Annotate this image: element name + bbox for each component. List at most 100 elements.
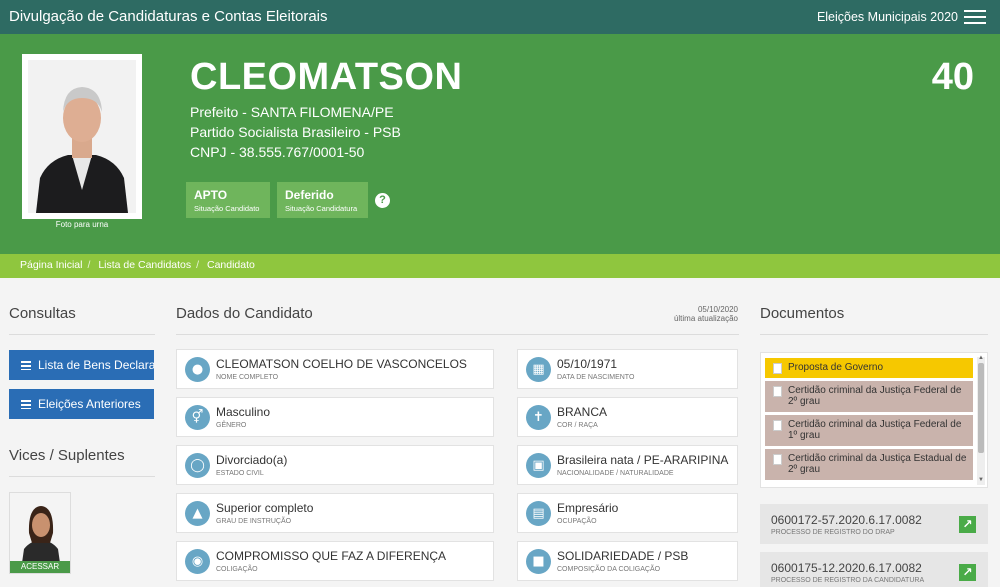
candidate-cnpj: CNPJ - 38.555.767/0001-50 (190, 144, 365, 160)
info-label: Data de nascimento (557, 374, 635, 381)
document-label: Proposta de Governo (788, 362, 884, 373)
gender-icon: ⚥ (185, 405, 210, 430)
info-value: BRANCA (557, 405, 608, 419)
info-label: Composição da coligação (557, 566, 661, 573)
help-icon[interactable]: ? (375, 193, 390, 208)
external-link-icon[interactable]: ↗ (959, 564, 976, 581)
vice-candidate-card[interactable]: ACESSAR (9, 492, 71, 574)
group-icon: ◉ (185, 549, 210, 574)
candidate-photo (28, 60, 136, 213)
info-label: Ocupação (557, 518, 597, 525)
info-label: Grau de instrução (216, 518, 292, 525)
previous-elections-button[interactable]: Eleições Anteriores (9, 389, 154, 419)
breadcrumb-candidate-list[interactable]: Lista de Candidatos (98, 259, 191, 271)
info-label: Estado civil (216, 470, 264, 477)
info-card-full-name: ● CLEOMATSON COELHO DE VASCONCELOS Nome … (176, 349, 494, 389)
info-value: Brasileira nata / PE-ARARIPINA (557, 453, 729, 467)
info-card-nationality: ▣ Brasileira nata / PE-ARARIPINA Naciona… (517, 445, 738, 485)
list-icon (21, 361, 31, 370)
vices-title: Vices / Suplentes (9, 447, 125, 464)
declared-assets-button[interactable]: Lista de Bens Declarados (9, 350, 154, 380)
badge-value: APTO (194, 188, 228, 202)
process-label: Processo de registro do DRAP (771, 529, 895, 536)
last-update: 05/10/2020 última atualização (660, 305, 738, 323)
info-card-coalition-composition: ■ SOLIDARIEDADE / PSB Composição da coli… (517, 541, 738, 581)
document-item[interactable]: Certidão criminal da Justiça Federal de … (765, 381, 973, 412)
document-label: Certidão criminal da Justiça Federal de … (788, 419, 962, 441)
info-label: Coligação (216, 566, 258, 573)
divider (9, 334, 155, 335)
info-card-race: ✝ BRANCA Cor / Raça (517, 397, 738, 437)
badge-label: Situação Candidatura (285, 204, 358, 213)
info-card-marital-status: ◯ Divorciado(a) Estado civil (176, 445, 494, 485)
process-number: 0600175-12.2020.6.17.0082 (771, 561, 922, 575)
breadcrumb: Página Inicial / Lista de Candidatos / Can… (0, 254, 1000, 278)
person-icon: ● (185, 357, 210, 382)
divider (176, 334, 739, 335)
badge-label: Situação Candidato (194, 204, 260, 213)
document-label: Certidão criminal da Justiça Estadual de… (788, 453, 967, 475)
divider (760, 334, 988, 335)
scroll-down-icon[interactable]: ▼ (978, 477, 984, 483)
info-label: Gênero (216, 422, 247, 429)
info-value: Divorciado(a) (216, 453, 288, 467)
info-label: Nome completo (216, 374, 279, 381)
info-card-gender: ⚥ Masculino Gênero (176, 397, 494, 437)
process-label: Processo de registro da candidatura (771, 577, 925, 584)
folder-icon: ■ (526, 549, 551, 574)
building-icon: ▤ (526, 501, 551, 526)
breadcrumb-current: Candidato (206, 259, 255, 271)
document-item[interactable]: Certidão criminal da Justiça Federal de … (765, 415, 973, 446)
file-icon (773, 363, 782, 374)
vice-access-button[interactable]: ACESSAR (10, 561, 70, 573)
scrollbar-thumb[interactable] (978, 363, 984, 453)
status-badge-candidate: APTO Situação Candidato (186, 182, 270, 218)
info-value: Superior completo (216, 501, 314, 515)
info-card-education: ▲ Superior completo Grau de instrução (176, 493, 494, 533)
scroll-up-icon[interactable]: ▲ (978, 355, 984, 361)
info-value: Masculino (216, 405, 271, 419)
badge-value: Deferido (285, 188, 334, 202)
candidate-office: Prefeito - SANTA FILOMENA/PE (190, 104, 394, 120)
external-link-icon[interactable]: ↗ (959, 516, 976, 533)
documents-list[interactable]: Proposta de Governo Certidão criminal da… (760, 352, 988, 488)
map-icon: ▣ (526, 453, 551, 478)
document-item[interactable]: Certidão criminal da Justiça Estadual de… (765, 449, 973, 480)
candidate-photo-frame (22, 54, 142, 219)
info-value: 05/10/1971 (557, 357, 618, 371)
calendar-icon: ▦ (526, 357, 551, 382)
top-bar: Divulgação de Candidaturas e Contas Elei… (0, 0, 1000, 34)
graduation-cap-icon: ▲ (185, 501, 210, 526)
last-update-label: última atualização (673, 314, 738, 323)
breadcrumb-home[interactable]: Página Inicial (20, 259, 82, 271)
list-icon (21, 400, 31, 409)
person-standing-icon: ✝ (526, 405, 551, 430)
info-card-birth-date: ▦ 05/10/1971 Data de nascimento (517, 349, 738, 389)
document-label: Certidão criminal da Justiça Federal de … (788, 385, 962, 407)
document-item[interactable]: Proposta de Governo (765, 358, 973, 378)
info-value: SOLIDARIEDADE / PSB (557, 549, 689, 563)
election-label: Eleições Municipais 2020 (816, 10, 958, 24)
candidate-name: CLEOMATSON (190, 56, 463, 98)
button-label: Lista de Bens Declarados (38, 358, 154, 372)
vice-photo (10, 493, 70, 563)
file-icon (773, 454, 782, 465)
site-title[interactable]: Divulgação de Candidaturas e Contas Elei… (9, 8, 328, 25)
documentos-title: Documentos (760, 305, 845, 322)
info-value: Empresário (557, 501, 619, 515)
status-badge-candidacy: Deferido Situação Candidatura (277, 182, 368, 218)
info-value: COMPROMISSO QUE FAZ A DIFERENÇA (216, 549, 447, 563)
info-value: CLEOMATSON COELHO DE VASCONCELOS (216, 357, 467, 371)
process-drap[interactable]: 0600172-57.2020.6.17.0082 Processo de re… (760, 504, 988, 544)
hamburger-menu-icon[interactable] (964, 10, 986, 24)
divider (9, 476, 155, 477)
process-candidacy[interactable]: 0600175-12.2020.6.17.0082 Processo de re… (760, 552, 988, 587)
dados-title: Dados do Candidato (176, 305, 313, 322)
consultas-title: Consultas (9, 305, 76, 322)
candidate-party: Partido Socialista Brasileiro - PSB (190, 124, 401, 140)
ring-icon: ◯ (185, 453, 210, 478)
file-icon (773, 386, 782, 397)
last-update-date: 05/10/2020 (697, 305, 738, 314)
info-card-occupation: ▤ Empresário Ocupação (517, 493, 738, 533)
info-label: Nacionalidade / Naturalidade (557, 470, 674, 477)
